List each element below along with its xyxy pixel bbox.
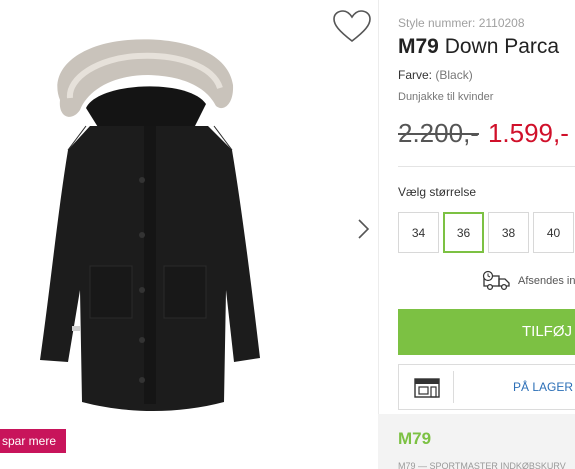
size-option-selected[interactable]: 36 — [443, 212, 484, 253]
product-title: M79 Down Parca — [398, 35, 559, 59]
size-label: Vælg størrelse — [398, 185, 477, 199]
size-option[interactable]: 34 — [398, 212, 439, 253]
product-brand: M79 — [398, 35, 439, 58]
save-more-badge[interactable]: spar mere — [0, 429, 66, 453]
product-color: Farve: (Black) — [398, 68, 473, 82]
shipping-text: Afsendes inden — [518, 275, 575, 287]
divider — [378, 0, 379, 469]
in-store-label: PÅ LAGER I BUTIK — [513, 380, 575, 394]
product-name: Down Parca — [444, 35, 560, 58]
color-value: (Black) — [435, 68, 473, 82]
price: 2.200,- 1.599,- — [398, 118, 569, 149]
product-gallery: spar mere — [0, 0, 378, 469]
in-store-button[interactable]: PÅ LAGER I BUTIK — [398, 364, 575, 410]
style-number: Style nummer: 2110208 — [398, 16, 525, 30]
color-label: Farve: — [398, 68, 433, 82]
store-icon — [414, 378, 440, 398]
shipping-info: Afsendes inden — [482, 270, 575, 292]
size-selector: 34 36 38 40 — [398, 212, 574, 253]
size-option[interactable]: 38 — [488, 212, 529, 253]
delivery-truck-icon — [482, 270, 510, 291]
brand-section-subtitle: M79 — SPORTMASTER INDKØBSKURV — [398, 461, 566, 469]
product-info: Style nummer: 2110208 M79 Down Parca Far… — [398, 0, 575, 469]
heart-outline-icon — [333, 10, 371, 43]
chevron-right-icon — [358, 219, 370, 239]
old-price: 2.200,- — [398, 118, 479, 148]
gallery-next-button[interactable] — [352, 214, 374, 244]
add-to-cart-button[interactable]: TILFØJ TIL KURV — [398, 309, 575, 355]
divider — [398, 166, 575, 167]
divider — [453, 371, 454, 403]
size-option[interactable]: 40 — [533, 212, 574, 253]
brand-section-title: M79 — [398, 429, 432, 448]
sale-price: 1.599,- — [487, 118, 569, 148]
product-image — [40, 39, 260, 411]
product-description: Dunjakke til kvinder — [398, 91, 494, 103]
wishlist-button[interactable] — [331, 8, 373, 44]
